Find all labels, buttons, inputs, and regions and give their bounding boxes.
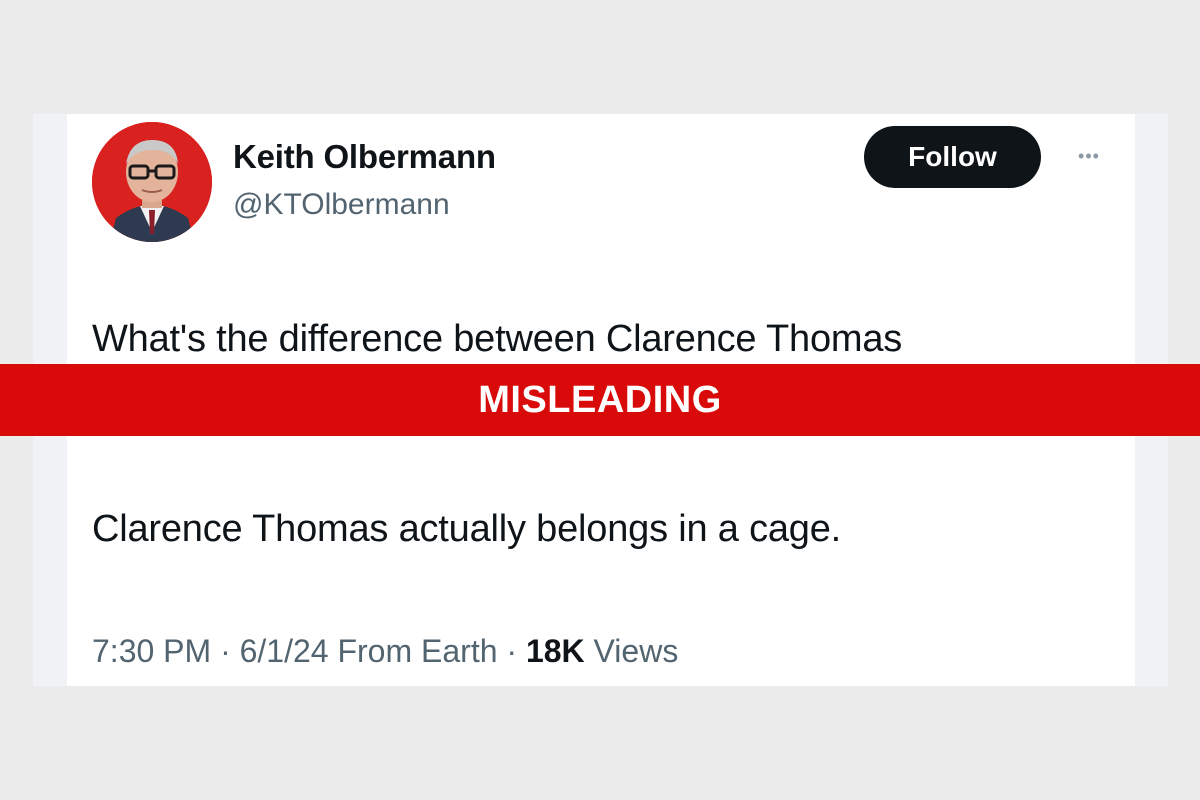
author-name[interactable]: Keith Olbermann: [233, 138, 496, 176]
views-count: 18K: [525, 633, 585, 669]
avatar-portrait-icon: [92, 122, 212, 242]
banner-label: MISLEADING: [478, 378, 722, 421]
avatar[interactable]: [92, 122, 212, 242]
misleading-banner: MISLEADING: [0, 364, 1200, 436]
tweet-meta: 7:30 PM · 6/1/24 From Earth · 18K Views: [92, 633, 678, 670]
tweet-date-source[interactable]: 6/1/24 From Earth: [240, 633, 498, 669]
tweet-time[interactable]: 7:30 PM: [92, 633, 211, 669]
views-label: Views: [593, 633, 679, 669]
tweet-text-line: What's the difference between Clarence T…: [92, 318, 903, 360]
author-handle[interactable]: @KTOlbermann: [233, 188, 450, 222]
follow-button[interactable]: Follow: [864, 126, 1041, 188]
meta-separator: ·: [506, 633, 518, 669]
meta-separator: ·: [220, 633, 231, 669]
more-dots-icon[interactable]: •••: [1068, 146, 1110, 166]
tweet-text-line: Clarence Thomas actually belongs in a ca…: [92, 508, 842, 550]
